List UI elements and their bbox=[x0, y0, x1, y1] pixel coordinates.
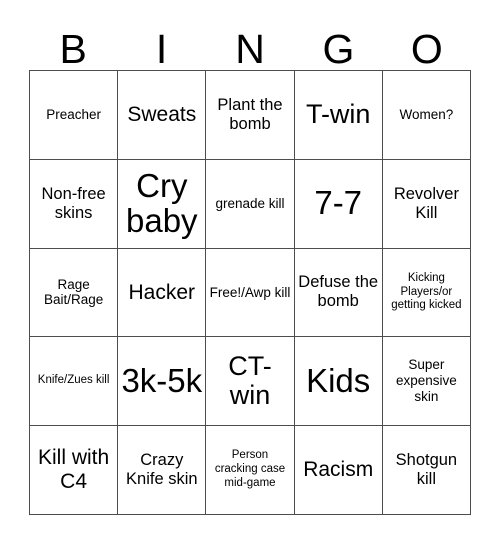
bingo-cell-label: Sweats bbox=[127, 102, 197, 126]
bingo-cell-label: 7-7 bbox=[314, 184, 363, 222]
bingo-cell-r5c5[interactable]: Shotgun kill bbox=[382, 426, 471, 515]
bingo-header-letter-g: G bbox=[322, 26, 355, 72]
bingo-cell-label: Revolver Kill bbox=[393, 184, 459, 222]
bingo-cell-label: Kill with C4 bbox=[38, 446, 110, 494]
bingo-cell-label: Super expensive skin bbox=[395, 357, 457, 405]
bingo-card: B I N G O Preacher Sweats Plant the bomb T-… bbox=[0, 0, 500, 544]
bingo-cell-label: Crazy Knife skin bbox=[126, 450, 198, 489]
bingo-cell-r1c5[interactable]: Women? bbox=[382, 71, 471, 160]
bingo-cell-r1c4[interactable]: T-win bbox=[294, 71, 383, 160]
bingo-cell-label: Defuse the bomb bbox=[298, 273, 379, 311]
bingo-cell-r3c2[interactable]: Hacker bbox=[118, 248, 207, 338]
bingo-cell-r2c1[interactable]: Non-free skins bbox=[30, 159, 119, 249]
bingo-cell-r3c1[interactable]: Rage Bait/Rage bbox=[30, 248, 119, 338]
bingo-cell-r2c4[interactable]: 7-7 bbox=[294, 159, 383, 249]
bingo-cell-label: Free!/Awp kill bbox=[209, 284, 291, 300]
bingo-cell-label: Cry baby bbox=[126, 166, 198, 239]
bingo-cell-r3c5[interactable]: Kicking Players/or getting kicked bbox=[382, 248, 471, 338]
bingo-cell-label: Kids bbox=[306, 361, 371, 399]
bingo-cell-label: grenade kill bbox=[215, 195, 285, 211]
bingo-cell-r5c3[interactable]: Person cracking case mid-game bbox=[206, 426, 295, 515]
bingo-cell-label: T-win bbox=[305, 99, 371, 130]
bingo-cell-r3c4[interactable]: Defuse the bomb bbox=[294, 248, 383, 338]
bingo-cell-r2c2[interactable]: Cry baby bbox=[118, 159, 207, 249]
bingo-cell-label: 3k-5k bbox=[121, 361, 203, 399]
bingo-cell-r3c3[interactable]: Free!/Awp kill bbox=[206, 248, 295, 338]
bingo-cell-r2c5[interactable]: Revolver Kill bbox=[382, 159, 471, 249]
bingo-cell-label: Hacker bbox=[128, 280, 196, 304]
bingo-cell-label: Kicking Players/or getting kicked bbox=[391, 271, 462, 312]
bingo-cell-label: Rage Bait/Rage bbox=[43, 276, 104, 308]
bingo-cell-r4c2[interactable]: 3k-5k bbox=[118, 337, 207, 427]
bingo-cell-r1c3[interactable]: Plant the bomb bbox=[206, 71, 295, 160]
bingo-cell-label: Person cracking case mid-game bbox=[214, 449, 286, 489]
bingo-header-letter-n: N bbox=[235, 26, 265, 72]
bingo-cell-label: Non-free skins bbox=[41, 184, 106, 222]
bingo-header-letter-i: I bbox=[155, 26, 168, 72]
bingo-cell-r4c4[interactable]: Kids bbox=[294, 337, 383, 427]
bingo-grid: Preacher Sweats Plant the bomb T-win Women? N… bbox=[29, 70, 471, 515]
bingo-cell-label: Plant the bomb bbox=[217, 95, 283, 133]
bingo-cell-label: Knife/Zues kill bbox=[37, 374, 110, 387]
bingo-cell-label: Women? bbox=[399, 106, 454, 122]
bingo-header-letter-o: O bbox=[410, 26, 443, 72]
bingo-cell-label: Racism bbox=[303, 458, 374, 482]
bingo-cell-label: Shotgun kill bbox=[395, 450, 458, 489]
bingo-cell-r5c4[interactable]: Racism bbox=[294, 426, 383, 515]
bingo-cell-r2c3[interactable]: grenade kill bbox=[206, 159, 295, 249]
bingo-cell-r4c3[interactable]: CT-win bbox=[206, 337, 295, 427]
bingo-cell-label: CT-win bbox=[228, 350, 272, 411]
bingo-cell-label: Preacher bbox=[46, 106, 101, 122]
bingo-cell-r4c5[interactable]: Super expensive skin bbox=[382, 337, 471, 427]
bingo-cell-r5c2[interactable]: Crazy Knife skin bbox=[118, 426, 207, 515]
bingo-header-row: B I N G O bbox=[29, 14, 471, 70]
bingo-cell-r4c1[interactable]: Knife/Zues kill bbox=[30, 337, 119, 427]
bingo-cell-r1c2[interactable]: Sweats bbox=[118, 71, 207, 160]
bingo-cell-r5c1[interactable]: Kill with C4 bbox=[30, 426, 119, 515]
bingo-cell-r1c1[interactable]: Preacher bbox=[30, 71, 119, 160]
bingo-header-letter-b: B bbox=[59, 26, 87, 72]
